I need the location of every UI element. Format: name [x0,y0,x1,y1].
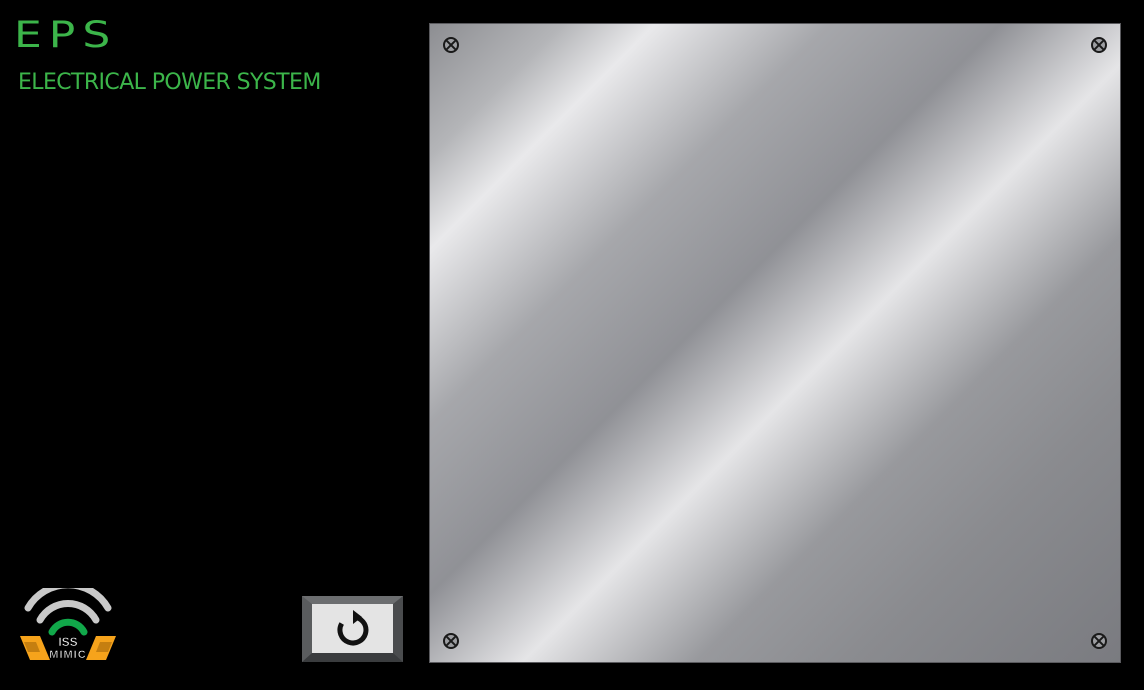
logo-text-bottom: MIMIC [49,649,86,661]
refresh-arrow-icon [333,609,373,649]
page-title: EPS [14,14,118,56]
screw-icon [443,37,459,53]
screw-icon [1091,37,1107,53]
screw-icon [1091,633,1107,649]
main-display-panel [429,23,1121,663]
page-subtitle: ELECTRICAL POWER SYSTEM [18,70,321,95]
iss-mimic-logo: ISS MIMIC [18,581,118,664]
screw-icon [443,633,459,649]
back-button[interactable] [302,596,403,662]
logo-text-top: ISS [58,635,77,649]
